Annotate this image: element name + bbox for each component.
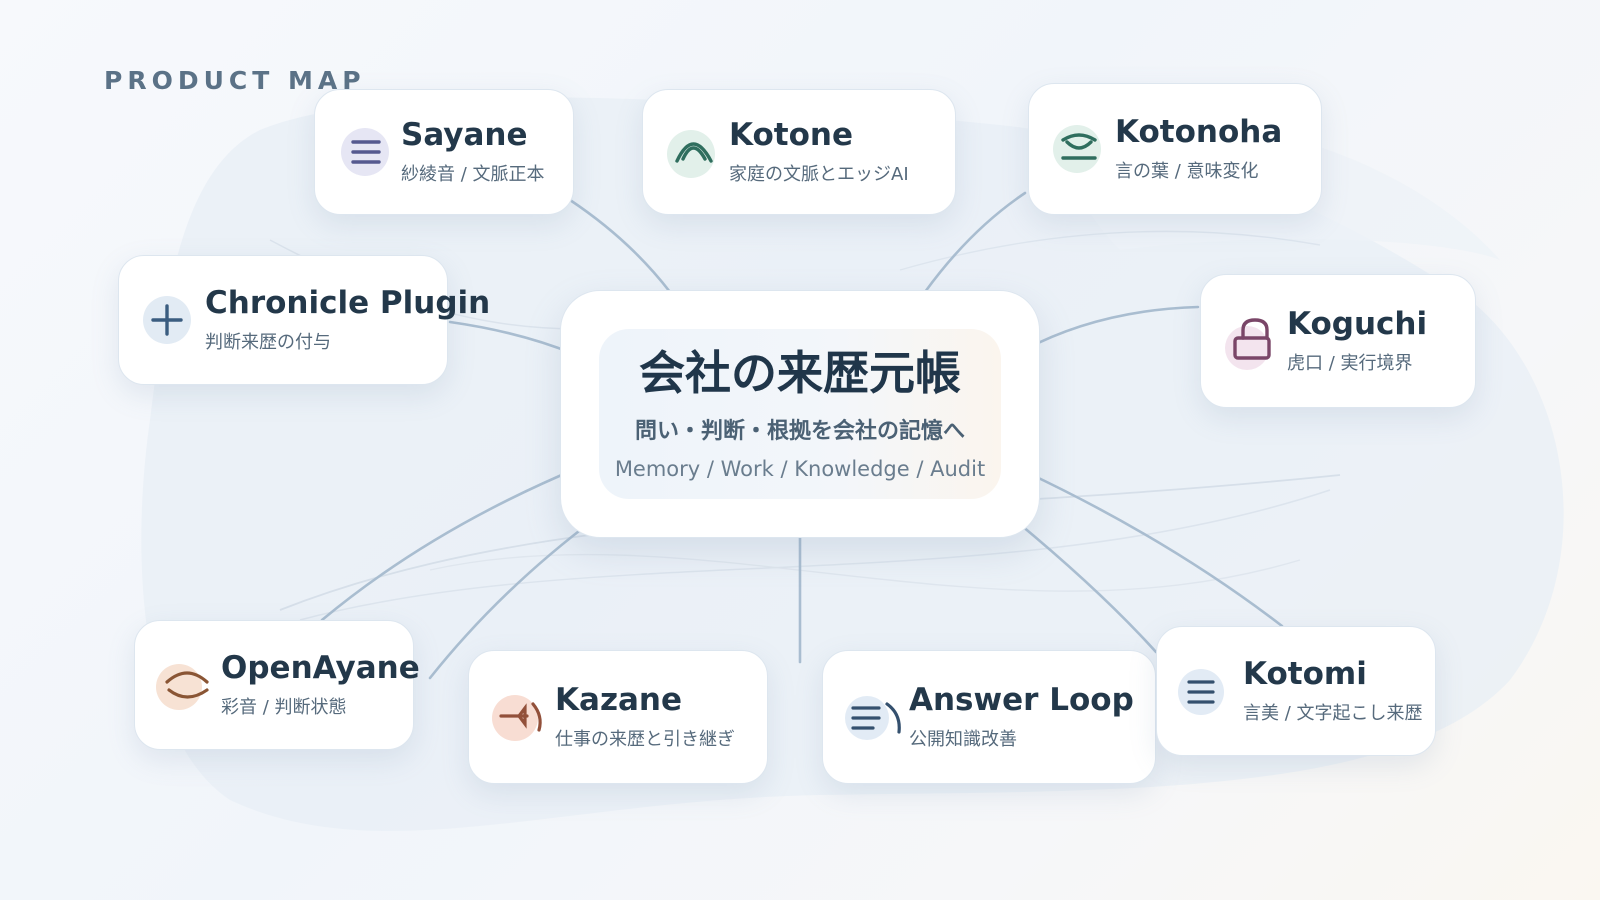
card-subtitle: 判断来歴の付与 <box>205 331 331 353</box>
center-subtitle: 問い・判断・根拠を会社の記憶へ <box>634 419 965 444</box>
lock-icon <box>1221 310 1283 372</box>
card-subtitle: 仕事の来歴と引き継ぎ <box>555 728 735 750</box>
wind-icon <box>489 686 551 748</box>
card-name: Koguchi <box>1287 306 1428 343</box>
connector-openayane <box>320 466 580 622</box>
center-tags: Memory / Work / Knowledge / Audit <box>614 457 986 481</box>
card-name: OpenAyane <box>221 650 420 687</box>
connector-kotomi <box>1024 470 1284 628</box>
card-subtitle: 言美 / 文字起こし来歴 <box>1243 702 1423 724</box>
connector-koguchi <box>1022 305 1200 352</box>
card-subtitle: 彩音 / 判断状態 <box>221 696 347 718</box>
card-name: Chronicle Plugin <box>205 285 491 322</box>
card-answer-loop[interactable]: Answer Loop 公開知識改善 <box>822 650 1156 784</box>
card-subtitle: 紗綾音 / 文脈正本 <box>401 163 545 185</box>
card-name: Answer Loop <box>909 682 1134 719</box>
card-subtitle: 言の葉 / 意味変化 <box>1115 160 1259 182</box>
center-title: 会社の来歴元帳 <box>639 346 961 400</box>
card-openayane[interactable]: OpenAyane 彩音 / 判断状態 <box>134 620 420 750</box>
bridge-icon <box>1049 118 1111 180</box>
card-name: Kotone <box>729 117 853 154</box>
lines-icon <box>1177 660 1239 722</box>
connector-sayane <box>568 198 672 294</box>
card-name: Kotomi <box>1243 656 1367 693</box>
card-kotonoha[interactable]: Kotonoha 言の葉 / 意味変化 <box>1028 83 1322 215</box>
card-chronicle-plugin[interactable]: Chronicle Plugin 判断来歴の付与 <box>118 255 490 385</box>
card-kotone[interactable]: Kotone 家庭の文脈とエッジAI <box>642 89 956 215</box>
card-subtitle: 公開知識改善 <box>909 728 1017 750</box>
card-name: Kazane <box>555 682 682 719</box>
center-inner-panel: 会社の来歴元帳 問い・判断・根拠を会社の記憶へ Memory / Work / … <box>599 329 1001 499</box>
lines-icon <box>335 121 397 183</box>
card-kazane[interactable]: Kazane 仕事の来歴と引き継ぎ <box>468 650 768 784</box>
card-kotomi[interactable]: Kotomi 言美 / 文字起こし来歴 <box>1156 626 1436 756</box>
eye-icon <box>155 654 217 716</box>
arch-icon <box>663 121 725 183</box>
card-subtitle: 家庭の文脈とエッジAI <box>729 163 909 185</box>
card-name: Kotonoha <box>1115 114 1283 151</box>
card-subtitle: 虎口 / 実行境界 <box>1287 352 1413 374</box>
loop-icon <box>843 686 905 748</box>
card-name: Sayane <box>401 117 528 154</box>
plus-icon <box>139 289 201 351</box>
card-koguchi[interactable]: Koguchi 虎口 / 実行境界 <box>1200 274 1476 408</box>
section-label: PRODUCT MAP <box>104 66 366 95</box>
card-sayane[interactable]: Sayane 紗綾音 / 文脈正本 <box>314 89 574 215</box>
center-ledger-card[interactable]: 会社の来歴元帳 問い・判断・根拠を会社の記憶へ Memory / Work / … <box>560 290 1040 538</box>
connector-answerloop <box>1008 514 1158 654</box>
